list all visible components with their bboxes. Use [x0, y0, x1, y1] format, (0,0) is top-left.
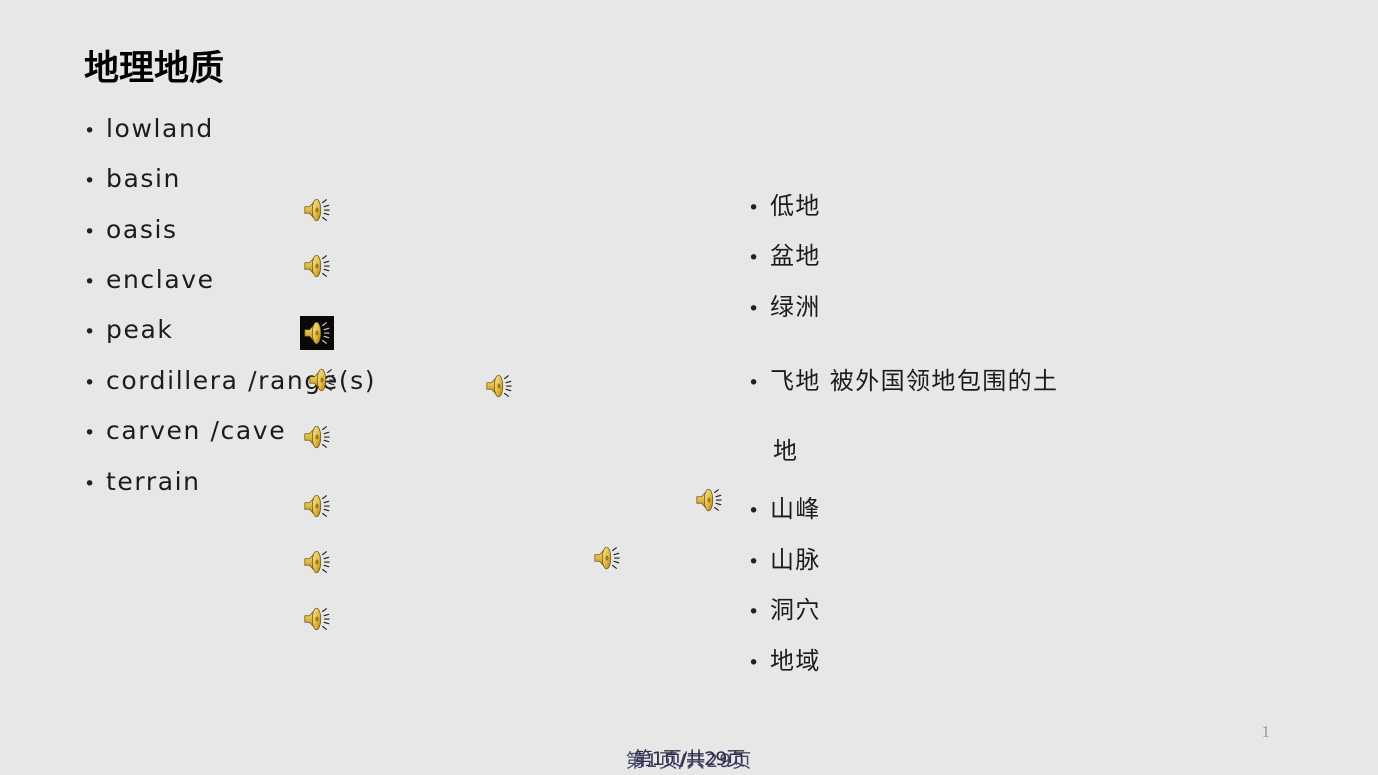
bullet-icon: • — [84, 372, 96, 394]
list-item-oasis-zh[interactable]: • 绿洲 — [748, 287, 821, 322]
speaker-icon[interactable] — [302, 547, 332, 577]
speaker-icon[interactable] — [592, 543, 622, 573]
list-item-label: lowland — [106, 114, 214, 143]
bullet-icon: • — [748, 372, 760, 394]
list-item-terrain-zh[interactable]: • 地域 — [748, 641, 821, 676]
speaker-icon[interactable] — [302, 422, 332, 452]
list-item-basin[interactable]: • basin — [84, 164, 181, 193]
bullet-icon: • — [84, 473, 96, 495]
list-item-basin-zh[interactable]: • 盆地 — [748, 236, 821, 271]
list-item-label: 山峰 — [770, 495, 821, 523]
list-item-label: 地域 — [770, 647, 821, 675]
list-item-label: 山脉 — [770, 546, 821, 574]
speaker-icon[interactable] — [307, 365, 337, 395]
list-item-label: oasis — [106, 215, 178, 244]
bullet-icon: • — [748, 197, 760, 219]
bullet-icon: • — [84, 221, 96, 243]
list-item-enclave[interactable]: • enclave — [84, 265, 215, 294]
bullet-icon: • — [748, 551, 760, 573]
bullet-icon: • — [84, 170, 96, 192]
list-item-label: 飞地 被外国领地包围的土 — [770, 367, 1059, 395]
bullet-icon: • — [84, 321, 96, 343]
list-item-carven-cave[interactable]: • carven /cave — [84, 416, 286, 445]
bullet-icon: • — [84, 120, 96, 142]
footer: 第1页/共29页 第1页/共29页 — [0, 744, 1378, 772]
list-item-terrain[interactable]: • terrain — [84, 467, 201, 496]
list-item-enclave-zh-continuation: 地 — [773, 437, 799, 465]
speaker-icon[interactable] — [484, 371, 514, 401]
list-item-peak[interactable]: • peak — [84, 315, 173, 344]
list-item-lowland-zh[interactable]: • 低地 — [748, 186, 821, 221]
bullet-icon: • — [748, 500, 760, 522]
list-item-label: carven /cave — [106, 416, 287, 445]
speaker-icon[interactable] — [302, 604, 332, 634]
list-item-label: terrain — [106, 467, 201, 496]
page-number: 1 — [1261, 722, 1271, 741]
list-item-label: 洞穴 — [770, 596, 821, 624]
speaker-icon[interactable] — [302, 195, 332, 225]
list-item-enclave-zh[interactable]: • 飞地 被外国领地包围的土 — [748, 361, 1058, 396]
list-item-lowland[interactable]: • lowland — [84, 114, 214, 143]
bullet-icon: • — [84, 422, 96, 444]
list-item-label: enclave — [106, 265, 215, 294]
bullet-icon: • — [748, 652, 760, 674]
list-item-peak-zh[interactable]: • 山峰 — [748, 489, 821, 524]
list-item-oasis[interactable]: • oasis — [84, 215, 178, 244]
list-item-range-zh[interactable]: • 山脉 — [748, 540, 821, 575]
speaker-icon[interactable] — [302, 491, 332, 521]
speaker-icon[interactable] — [694, 485, 724, 515]
bullet-icon: • — [748, 298, 760, 320]
footer-page-indicator-overlay: 第1页/共29页 — [625, 750, 753, 772]
slide-canvas: 地理地质 • lowland • basin • oasis • enclave… — [0, 0, 1378, 775]
list-item-label: 绿洲 — [770, 293, 821, 321]
page-title: 地理地质 — [84, 49, 225, 89]
list-item-label: basin — [106, 164, 182, 193]
speaker-icon[interactable] — [302, 251, 332, 281]
bullet-icon: • — [748, 247, 760, 269]
bullet-icon: • — [84, 271, 96, 293]
list-item-label: 低地 — [770, 192, 821, 220]
speaker-icon-selected[interactable] — [300, 316, 334, 350]
list-item-cave-zh[interactable]: • 洞穴 — [748, 590, 821, 625]
list-item-label: 盆地 — [770, 242, 821, 270]
bullet-icon: • — [748, 601, 760, 623]
list-item-label: peak — [106, 315, 174, 344]
